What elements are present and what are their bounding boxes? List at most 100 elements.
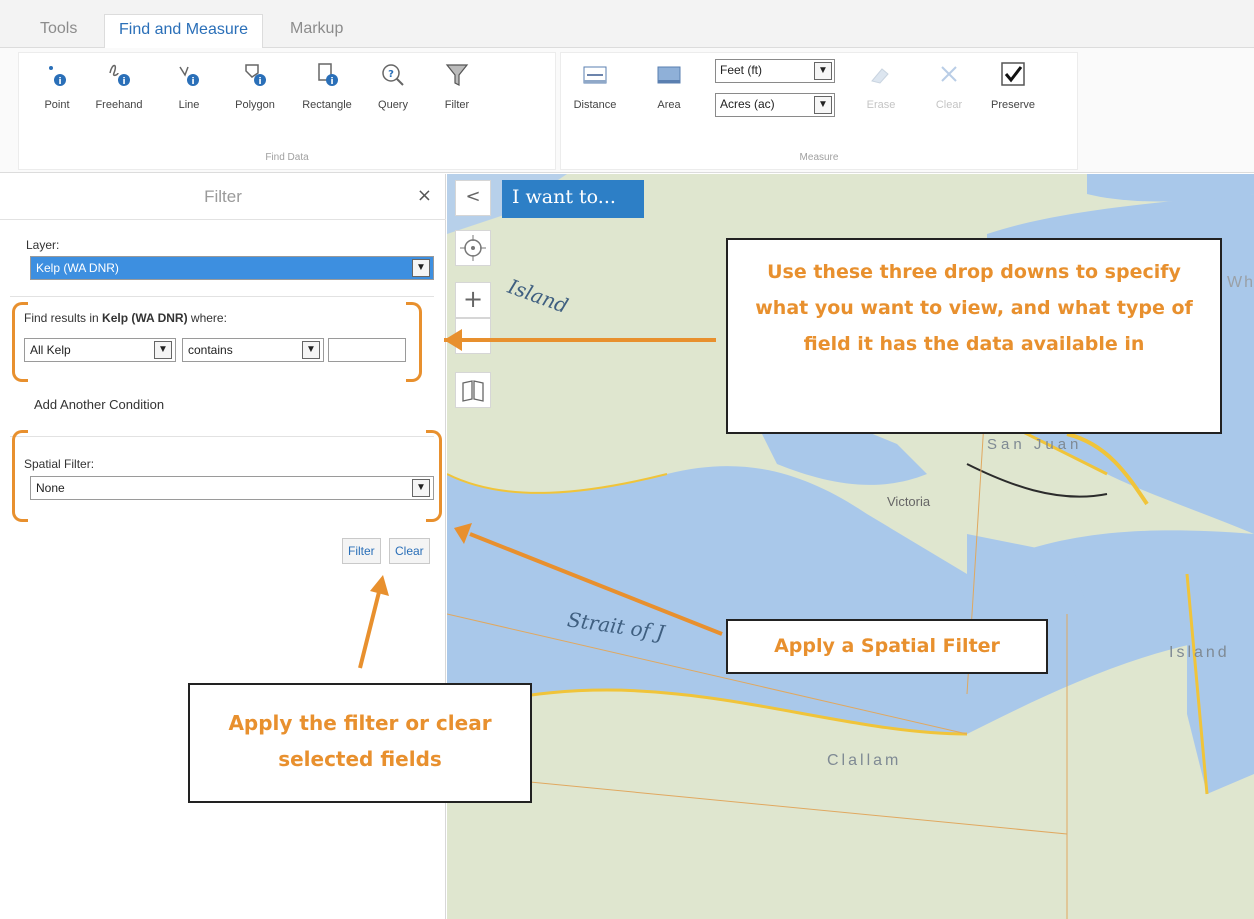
- spatial-filter-label: Spatial Filter:: [24, 457, 95, 471]
- preserve-label: Preserve: [990, 99, 1036, 111]
- callout-dropdowns: Use these three drop downs to specify wh…: [726, 238, 1222, 434]
- svg-text:i: i: [191, 77, 194, 87]
- operator-select[interactable]: contains ▼: [182, 338, 324, 362]
- freehand-label: Freehand: [95, 99, 143, 111]
- locate-button[interactable]: [455, 230, 491, 266]
- spatial-filter-select[interactable]: None ▼: [30, 476, 434, 500]
- panel-header: Filter ×: [0, 174, 446, 220]
- area-unit-value: Acres (ac): [720, 97, 775, 111]
- apply-filter-button[interactable]: Filter: [342, 538, 381, 564]
- svg-text:i: i: [258, 77, 261, 87]
- find-results-layer: Kelp (WA DNR): [102, 311, 188, 325]
- bracket-left: [12, 302, 28, 382]
- length-unit-select[interactable]: Feet (ft) ▼: [715, 59, 835, 83]
- add-another-condition-link[interactable]: Add Another Condition: [34, 397, 164, 412]
- polygon-icon: i: [245, 64, 266, 87]
- rectangle-icon: i: [318, 63, 338, 87]
- map-label-clallam: Clallam: [827, 752, 902, 769]
- plus-icon: +: [462, 285, 484, 313]
- svg-text:?: ?: [388, 69, 394, 80]
- close-icon: [941, 66, 957, 82]
- operator-value: contains: [188, 343, 233, 357]
- map-label-victoria: Victoria: [887, 494, 931, 509]
- area-label: Area: [657, 99, 681, 111]
- line-icon: i: [179, 66, 199, 87]
- area-icon: [657, 66, 681, 84]
- condition-value-input[interactable]: [328, 338, 406, 362]
- point-icon: i: [49, 66, 66, 87]
- measure-label: Measure: [799, 152, 839, 163]
- bracket-left: [12, 430, 28, 522]
- preserve-checkbox[interactable]: Preserve: [983, 59, 1043, 127]
- filter-panel: Filter × Layer: Kelp (WA DNR) ▼ Find res…: [0, 174, 446, 919]
- filter-icon: [445, 64, 469, 86]
- line-label: Line: [178, 99, 200, 111]
- distance-icon: [583, 66, 607, 84]
- area-unit-select[interactable]: Acres (ac) ▼: [715, 93, 835, 117]
- zoom-in-button[interactable]: +: [455, 282, 491, 318]
- area-button[interactable]: Area: [639, 59, 699, 127]
- freehand-icon: i: [109, 64, 130, 87]
- bookmarks-button[interactable]: [455, 372, 491, 408]
- bracket-right: [426, 430, 442, 522]
- bracket-right: [406, 302, 422, 382]
- tab-tools[interactable]: Tools: [26, 14, 91, 48]
- zoom-out-button[interactable]: [455, 318, 491, 354]
- layer-label: Layer:: [26, 238, 60, 252]
- tab-markup[interactable]: Markup: [276, 14, 357, 48]
- layer-select[interactable]: Kelp (WA DNR) ▼: [30, 256, 434, 280]
- collapse-panel-button[interactable]: <: [455, 180, 491, 216]
- crosshair-icon: [460, 235, 486, 261]
- chevron-down-icon: ▼: [814, 62, 832, 80]
- close-icon[interactable]: ×: [417, 185, 432, 206]
- map-label-wh: Wh: [1227, 274, 1254, 291]
- checkbox-checked-icon: [1001, 62, 1025, 86]
- map-label-san-juan: San Juan: [987, 436, 1083, 453]
- clear-measure-button[interactable]: Clear: [919, 59, 979, 127]
- find-data-group: i Point i Freehand i Line i Polygon i Re…: [18, 52, 556, 170]
- book-icon: [462, 380, 484, 402]
- callout-apply-clear: Apply the filter or clear selected field…: [188, 683, 532, 803]
- query-label: Query: [378, 99, 408, 111]
- polygon-label: Polygon: [235, 99, 275, 111]
- ribbon: i Point i Freehand i Line i Polygon i Re…: [0, 48, 1254, 173]
- length-unit-value: Feet (ft): [720, 63, 763, 77]
- spatial-filter-value: None: [36, 481, 65, 495]
- query-button[interactable]: ? Query: [363, 59, 423, 127]
- polygon-button[interactable]: i Polygon: [225, 59, 285, 127]
- query-icon: ?: [382, 64, 404, 86]
- measure-group: Distance Area Feet (ft) ▼ Acres (ac) ▼ E…: [560, 52, 1078, 170]
- tab-find-and-measure[interactable]: Find and Measure: [104, 14, 263, 49]
- divider: [10, 296, 434, 297]
- app-window: Tools Find and Measure Markup i Point i …: [0, 0, 1254, 919]
- layer-value: Kelp (WA DNR): [36, 261, 119, 275]
- divider: [10, 436, 434, 437]
- find-data-label: Find Data: [265, 152, 309, 163]
- distance-label: Distance: [573, 99, 617, 111]
- panel-title: Filter: [204, 187, 242, 206]
- filter-button[interactable]: Filter: [427, 59, 487, 127]
- erase-button[interactable]: Erase: [851, 59, 911, 127]
- erase-label: Erase: [866, 99, 896, 111]
- field-select[interactable]: All Kelp ▼: [24, 338, 176, 362]
- field-value: All Kelp: [30, 343, 71, 357]
- filter-label: Filter: [444, 99, 470, 111]
- chevron-down-icon: ▼: [814, 96, 832, 114]
- distance-button[interactable]: Distance: [565, 59, 625, 127]
- find-results-prefix: Find results in: [24, 311, 103, 325]
- map-label-island-right: Island: [1169, 644, 1230, 661]
- chevron-left-icon: <: [465, 186, 481, 207]
- clear-measure-label: Clear: [935, 99, 963, 111]
- clear-filter-button[interactable]: Clear: [389, 538, 430, 564]
- svg-text:i: i: [58, 77, 61, 87]
- find-results-suffix: where:: [187, 311, 227, 325]
- line-button[interactable]: i Line: [159, 59, 219, 127]
- svg-text:i: i: [122, 77, 125, 87]
- i-want-to-menu[interactable]: I want to...: [502, 180, 644, 218]
- chevron-down-icon: ▼: [302, 341, 320, 359]
- callout-spatial-filter: Apply a Spatial Filter: [726, 619, 1048, 674]
- point-button[interactable]: i Point: [27, 59, 87, 127]
- rectangle-button[interactable]: i Rectangle: [297, 59, 357, 127]
- rectangle-label: Rectangle: [302, 99, 352, 111]
- freehand-button[interactable]: i Freehand: [89, 59, 149, 127]
